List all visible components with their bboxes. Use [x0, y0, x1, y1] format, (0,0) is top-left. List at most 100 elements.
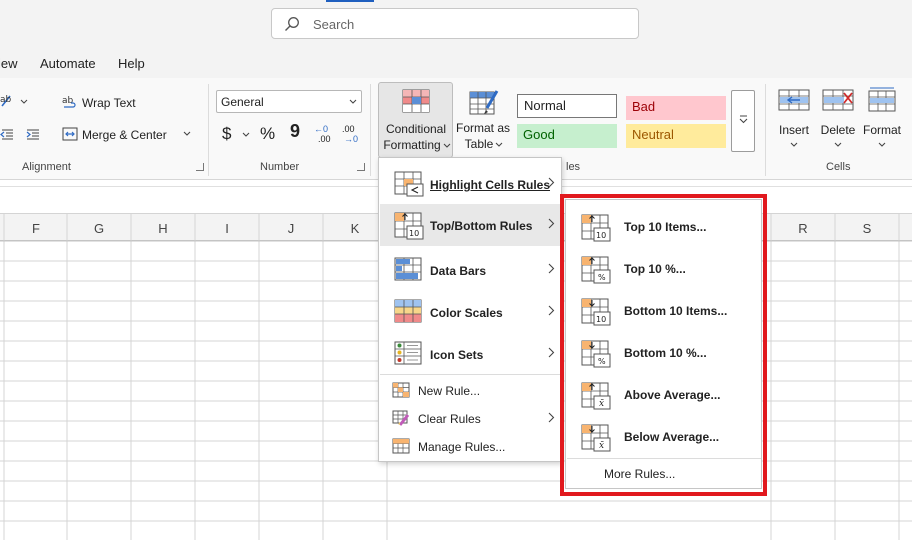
menu-separator: [380, 374, 562, 375]
chevron-down-icon[interactable]: [242, 132, 250, 138]
chevron-down-icon: [495, 142, 503, 148]
alignment-launcher-icon[interactable]: [196, 163, 204, 171]
svg-text:ab: ab: [0, 95, 12, 105]
style-neutral[interactable]: Neutral: [626, 124, 726, 148]
number-launcher-icon[interactable]: [357, 163, 365, 171]
group-divider: [370, 84, 371, 176]
menu-item-clear-rules[interactable]: Clear Rules: [380, 406, 562, 432]
chevron-right-icon: [548, 347, 555, 358]
style-good[interactable]: Good: [517, 124, 617, 148]
style-normal[interactable]: Normal: [517, 94, 617, 118]
alignment-group-label: Alignment: [22, 161, 71, 173]
search-placeholder: Search: [313, 17, 355, 32]
chevron-down-icon: [834, 142, 842, 148]
column-header-s[interactable]: S: [857, 221, 877, 236]
highlight-box: [560, 194, 767, 496]
menu-item-top-bottom-rules[interactable]: 10 Top/Bottom Rules: [380, 204, 562, 246]
menu-item-label: Icon Sets: [430, 348, 484, 362]
increase-decimal-button[interactable]: ←0 .00: [314, 124, 336, 146]
chevron-down-icon[interactable]: [183, 131, 191, 137]
group-divider: [208, 84, 209, 176]
menu-item-new-rule[interactable]: New Rule...: [380, 378, 562, 404]
new-rule-icon: [392, 382, 410, 398]
menu-item-label: Clear Rules: [418, 412, 481, 426]
search-icon: [284, 16, 300, 32]
delete-icon: [822, 88, 854, 112]
format-icon: [868, 86, 896, 112]
format-as-table-button[interactable]: Format as Table: [455, 86, 511, 156]
column-header-i[interactable]: I: [217, 221, 237, 236]
group-divider: [765, 84, 766, 176]
style-bad[interactable]: Bad: [626, 96, 726, 120]
color-scales-icon: [394, 299, 422, 323]
column-header-g[interactable]: G: [89, 221, 109, 236]
manage-rules-icon: [392, 438, 410, 454]
percent-button[interactable]: %: [260, 124, 275, 144]
styles-more-button[interactable]: [731, 90, 755, 152]
search-box[interactable]: Search: [271, 8, 639, 39]
title-accent-line: [326, 0, 374, 2]
delete-button[interactable]: Delete: [818, 86, 858, 148]
decrease-decimal-button[interactable]: .00 →0: [342, 124, 364, 146]
number-format-select[interactable]: General: [216, 90, 362, 113]
chevron-down-icon: [349, 99, 357, 104]
number-group-label: Number: [260, 161, 300, 173]
insert-label: Insert: [778, 123, 809, 137]
orientation-icon[interactable]: ab: [0, 92, 30, 110]
chevron-right-icon: [548, 412, 555, 423]
decrease-decimal-top: .00: [342, 124, 355, 134]
menu-item-data-bars[interactable]: Data Bars: [380, 250, 562, 290]
column-header-j[interactable]: J: [281, 221, 301, 236]
highlight-cells-rules-icon: [394, 171, 424, 197]
svg-text:ab: ab: [62, 96, 74, 106]
conditional-formatting-line2: Formatting: [383, 138, 441, 152]
number-format-value: General: [221, 95, 264, 109]
wrap-text-icon: ab: [62, 94, 78, 110]
icon-sets-icon: [394, 341, 422, 365]
menu-item-icon-sets[interactable]: Icon Sets: [380, 334, 562, 374]
comma-style-button[interactable]: 9: [290, 121, 300, 142]
merge-center-button[interactable]: Merge & Center: [82, 128, 167, 142]
column-header-k[interactable]: K: [345, 221, 365, 236]
menu-item-label: Manage Rules...: [418, 440, 506, 454]
currency-button[interactable]: $: [222, 124, 231, 144]
column-header-r[interactable]: R: [793, 221, 813, 236]
menu-item-label: Highlight Cells Rules: [430, 178, 551, 192]
chevron-right-icon: [548, 218, 555, 229]
tab-view[interactable]: iew: [0, 56, 18, 71]
menu-item-label: Data Bars: [430, 264, 487, 278]
top-bottom-rules-icon: 10: [394, 212, 424, 240]
tab-help[interactable]: Help: [118, 56, 145, 71]
cells-group-label: Cells: [826, 161, 851, 173]
chevron-down-icon: [878, 142, 886, 148]
conditional-formatting-button[interactable]: Conditional Formatting: [378, 82, 453, 158]
data-bars-icon: [394, 257, 422, 281]
clear-rules-icon: [392, 410, 410, 426]
styles-group-label: les: [566, 161, 581, 173]
decrease-decimal-bottom: →0: [344, 134, 359, 144]
format-label: Format: [862, 123, 901, 137]
menu-item-highlight-cells-rules[interactable]: Highlight Cells Rules: [380, 164, 562, 204]
format-as-table-line1: Format as: [455, 121, 510, 135]
menu-item-label: Top/Bottom Rules: [430, 219, 533, 233]
insert-icon: [778, 88, 810, 112]
merge-center-icon: [62, 126, 78, 142]
column-header-h[interactable]: H: [153, 221, 173, 236]
wrap-text-button[interactable]: Wrap Text: [82, 96, 136, 110]
menu-item-manage-rules[interactable]: Manage Rules...: [380, 434, 562, 460]
column-header-f[interactable]: F: [26, 221, 46, 236]
conditional-formatting-icon: [402, 89, 430, 113]
format-button[interactable]: Format: [860, 86, 904, 148]
delete-label: Delete: [820, 123, 856, 137]
increase-indent-icon[interactable]: [26, 127, 40, 141]
chevron-right-icon: [548, 305, 555, 316]
svg-text:10: 10: [409, 229, 419, 238]
tab-automate[interactable]: Automate: [40, 56, 96, 71]
insert-button[interactable]: Insert: [774, 86, 814, 148]
decrease-indent-icon[interactable]: [0, 127, 14, 141]
chevron-right-icon: [548, 263, 555, 274]
cell-styles-gallery: Normal Bad Good Neutral: [514, 90, 728, 152]
conditional-formatting-line1: Conditional: [385, 122, 447, 136]
menu-item-color-scales[interactable]: Color Scales: [380, 292, 562, 332]
format-as-table-icon: [469, 88, 499, 116]
